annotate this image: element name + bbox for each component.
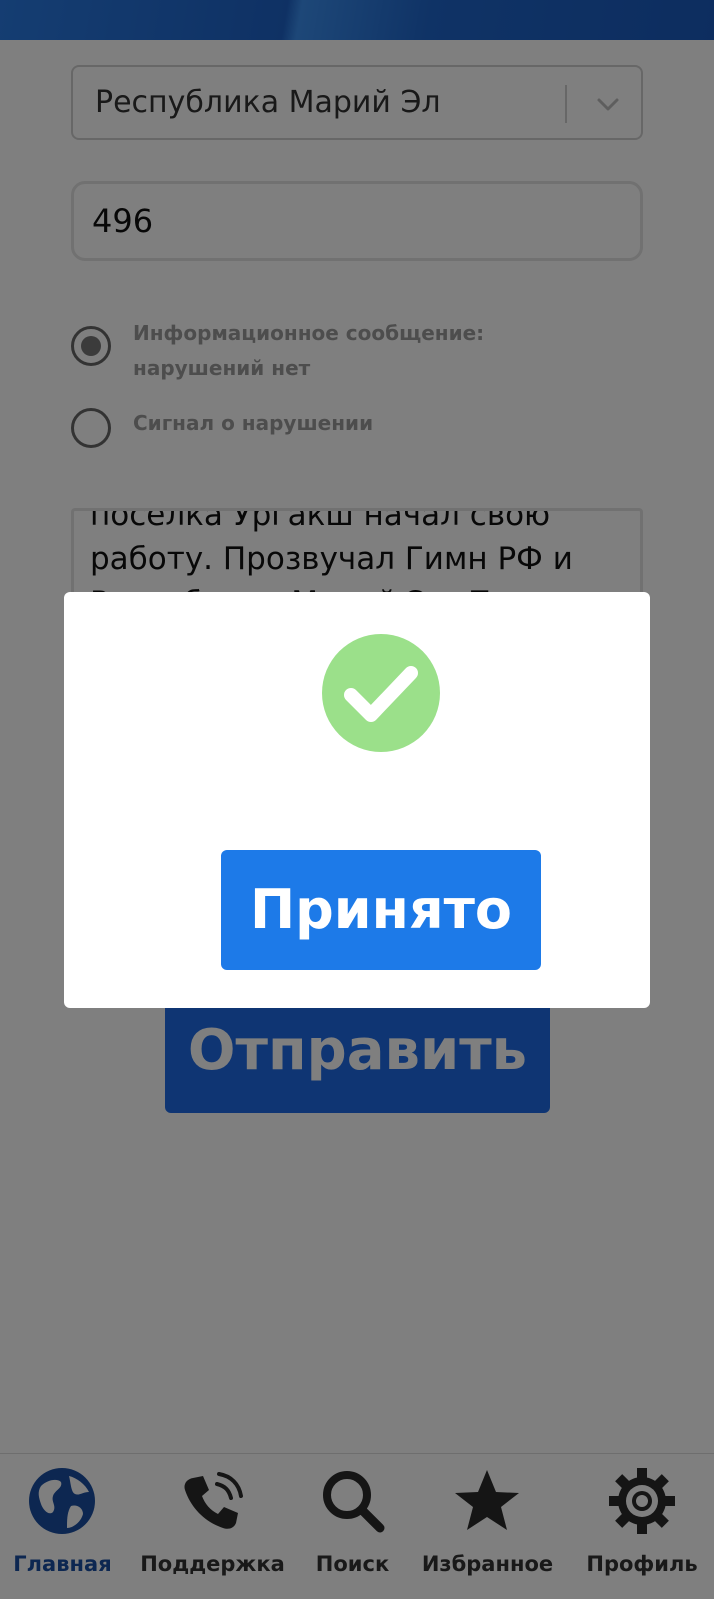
app-screen: Республика Марий Эл 496 Информационное с… <box>0 0 714 1599</box>
success-dialog: Принято <box>64 592 650 1008</box>
accept-button[interactable]: Принято <box>221 850 541 970</box>
check-circle-icon <box>322 634 440 752</box>
